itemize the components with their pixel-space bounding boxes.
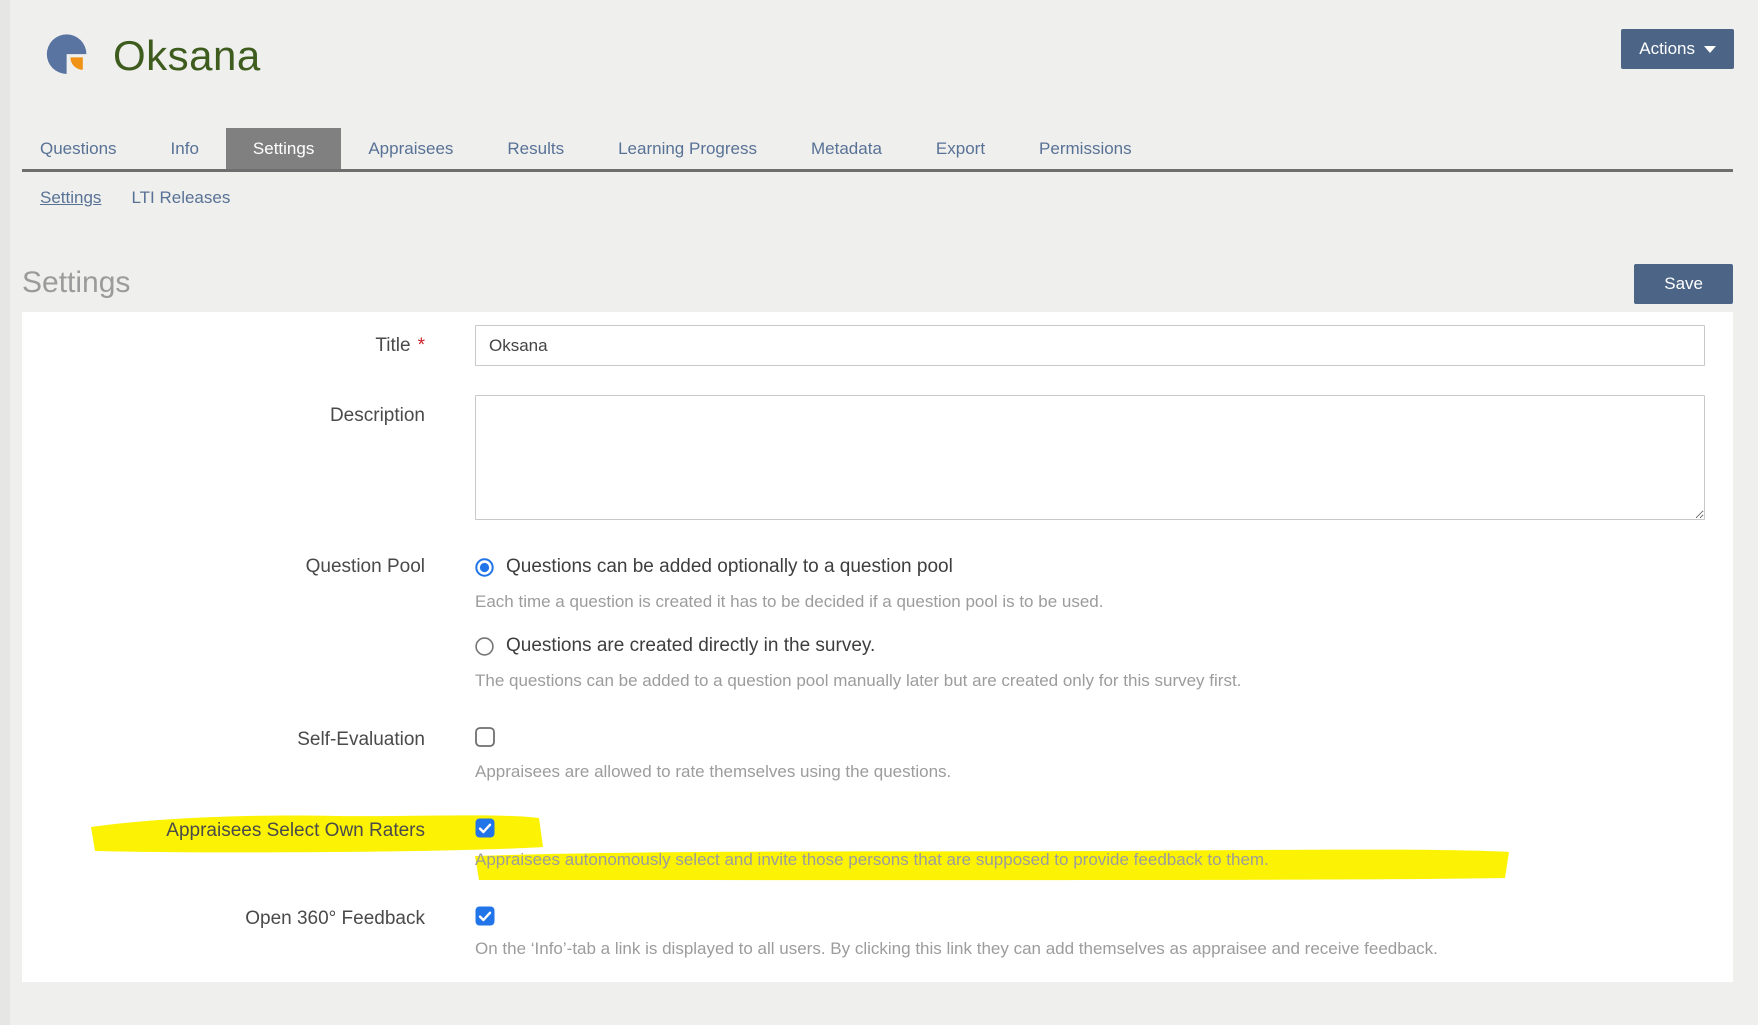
settings-form: Title* Description Question Pool Questio… — [22, 312, 1733, 982]
actions-button-label: Actions — [1639, 39, 1695, 59]
form-heading: Settings — [22, 264, 130, 302]
subtab-bar: Settings LTI Releases — [22, 188, 1733, 208]
appraisees-select-own-raters-label: Appraisees Select Own Raters — [22, 818, 425, 870]
tab-learning-progress[interactable]: Learning Progress — [591, 128, 784, 169]
open-360-feedback-label: Open 360° Feedback — [22, 906, 425, 959]
tab-settings[interactable]: Settings — [226, 128, 341, 169]
page-title: Oksana — [113, 32, 261, 80]
form-row-description: Description — [22, 395, 1705, 525]
save-button[interactable]: Save — [1634, 264, 1733, 304]
question-pool-option-1: Questions can be added optionally to a q… — [475, 554, 1705, 612]
question-pool-option-2: Questions are created directly in the su… — [475, 633, 1705, 691]
tab-appraisees[interactable]: Appraisees — [341, 128, 480, 169]
actions-button[interactable]: Actions — [1621, 29, 1734, 69]
tab-questions[interactable]: Questions — [22, 128, 144, 169]
radio-unchecked-icon[interactable] — [475, 637, 494, 656]
option-help-text: The questions can be added to a question… — [475, 670, 1705, 691]
title-label: Title* — [22, 325, 425, 366]
title-input[interactable] — [475, 325, 1705, 366]
form-row-open-360-feedback: Open 360° Feedback On the ‘Info’-tab a l… — [22, 906, 1705, 959]
description-textarea[interactable] — [475, 395, 1705, 520]
radio-option-label[interactable]: Questions are created directly in the su… — [506, 633, 875, 659]
subtab-lti-releases[interactable]: LTI Releases — [131, 188, 230, 208]
radio-checked-icon[interactable] — [475, 558, 494, 577]
description-label: Description — [22, 395, 425, 525]
option-help-text: Appraisees autonomously select and invit… — [475, 849, 1705, 870]
checkbox-unchecked-icon[interactable] — [475, 727, 495, 747]
page-left-edge — [0, 0, 10, 1025]
required-asterisk: * — [418, 335, 425, 356]
tab-export[interactable]: Export — [909, 128, 1012, 169]
tab-bar: Questions Info Settings Appraisees Resul… — [22, 128, 1733, 172]
option-help-text: Each time a question is created it has t… — [475, 591, 1705, 612]
option-help-text: On the ‘Info’-tab a link is displayed to… — [475, 938, 1705, 959]
survey-pie-chart-icon — [45, 32, 91, 80]
tab-permissions[interactable]: Permissions — [1012, 128, 1159, 169]
form-row-question-pool: Question Pool Questions can be added opt… — [22, 554, 1705, 691]
form-row-title: Title* — [22, 325, 1705, 366]
form-row-self-evaluation: Self-Evaluation Appraisees are allowed t… — [22, 727, 1705, 782]
option-help-text: Appraisees are allowed to rate themselve… — [475, 761, 1705, 782]
form-heading-row: Settings Save — [22, 264, 1733, 304]
subtab-settings[interactable]: Settings — [40, 188, 101, 208]
tab-results[interactable]: Results — [480, 128, 591, 169]
pie-orange-slice — [70, 57, 82, 69]
caret-down-icon — [1704, 46, 1716, 53]
form-row-appraisees-select-own-raters: Appraisees Select Own Raters Appraisees … — [22, 818, 1705, 870]
tab-info[interactable]: Info — [144, 128, 226, 169]
radio-option-label[interactable]: Questions can be added optionally to a q… — [506, 554, 953, 580]
question-pool-label: Question Pool — [22, 554, 425, 691]
self-evaluation-label: Self-Evaluation — [22, 727, 425, 782]
checkbox-checked-icon[interactable] — [475, 818, 495, 838]
tab-metadata[interactable]: Metadata — [784, 128, 909, 169]
object-header: Oksana Actions — [0, 0, 1758, 80]
checkbox-checked-icon[interactable] — [475, 906, 495, 926]
